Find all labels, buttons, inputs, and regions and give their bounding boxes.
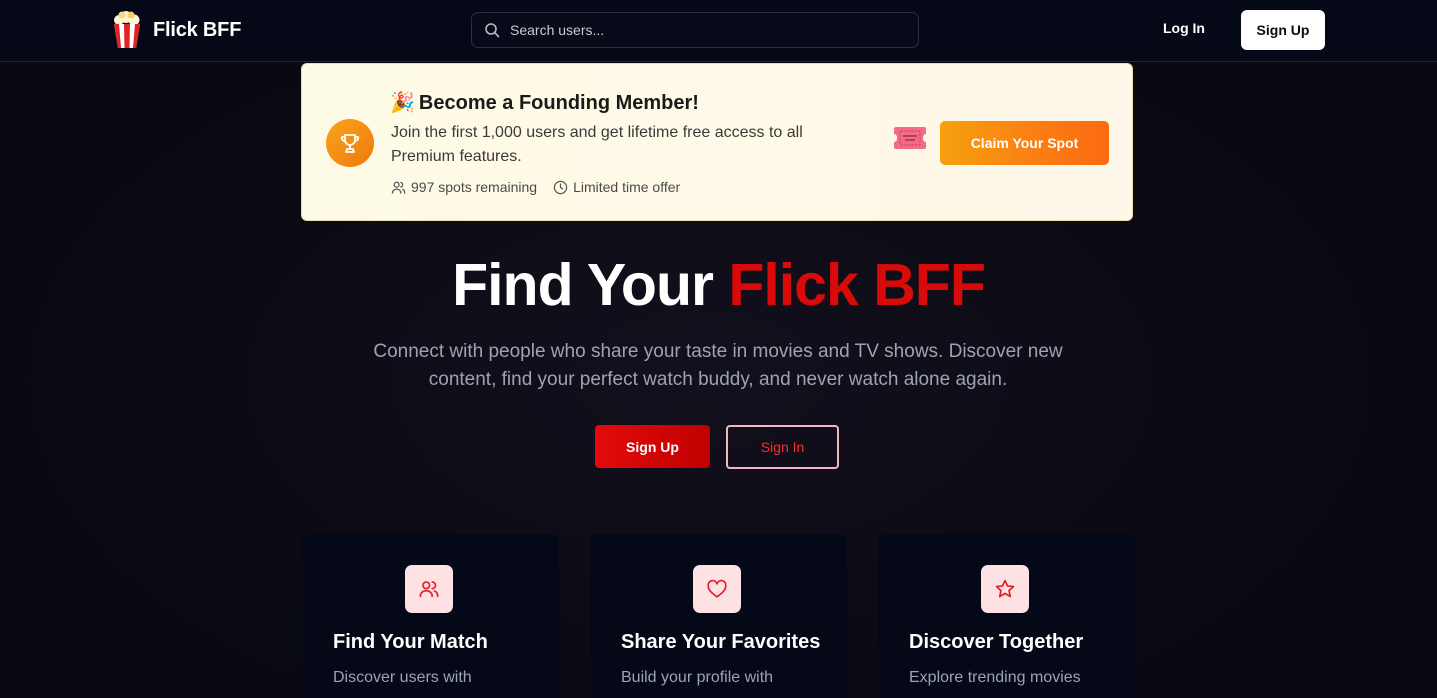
spots-remaining-text: 997 spots remaining: [411, 179, 538, 195]
clock-icon: [553, 180, 568, 194]
search-input[interactable]: [510, 22, 890, 38]
ticket-icon: [894, 127, 926, 149]
brand-logo[interactable]: Flick BFF: [111, 11, 241, 49]
feature-icon-box: [981, 565, 1029, 613]
hero-title-part2: Flick BFF: [728, 252, 986, 318]
banner-meta: 997 spots remaining Limited time offer: [391, 178, 680, 196]
users-icon: [419, 581, 439, 598]
limited-offer: Limited time offer: [553, 179, 680, 195]
feature-title: Share Your Favorites: [621, 631, 821, 653]
founding-member-banner: 🎉 Become a Founding Member! Join the fir…: [301, 63, 1133, 221]
brand-name: Flick BFF: [153, 18, 242, 41]
feature-description: Build your profile with: [621, 669, 774, 686]
party-popper-icon: 🎉: [390, 92, 415, 114]
feature-description: Explore trending movies: [909, 669, 1081, 686]
star-icon: [995, 579, 1015, 598]
trophy-badge: [326, 119, 374, 167]
feature-title: Find Your Match: [333, 631, 488, 653]
popcorn-icon: [114, 11, 140, 48]
banner-title-row: 🎉 Become a Founding Member!: [390, 90, 699, 116]
feature-card-share-favorites: Share Your Favorites Build your profile …: [590, 534, 847, 698]
banner-title: Become a Founding Member!: [418, 91, 699, 114]
hero-title: Find Your Flick BFF: [0, 251, 1437, 319]
hero-signin-button[interactable]: Sign In: [726, 425, 839, 469]
hero-title-part1: Find Your: [452, 252, 714, 318]
signup-button-nav[interactable]: Sign Up: [1241, 10, 1325, 50]
spots-remaining: 997 spots remaining: [391, 179, 537, 195]
hero-subtitle: Connect with people who share your taste…: [373, 341, 1063, 390]
heart-icon: [707, 579, 727, 598]
users-icon: [391, 181, 406, 194]
feature-icon-box: [405, 565, 453, 613]
hero-signup-button[interactable]: Sign Up: [595, 425, 710, 468]
banner-description: Join the first 1,000 users and get lifet…: [391, 124, 803, 165]
feature-description: Discover users with: [333, 669, 472, 686]
login-link[interactable]: Log In: [1163, 20, 1205, 36]
trophy-icon: [340, 134, 360, 153]
feature-icon-box: [693, 565, 741, 613]
search-bar[interactable]: [471, 12, 919, 48]
limited-offer-text: Limited time offer: [573, 179, 681, 195]
claim-spot-button[interactable]: Claim Your Spot: [940, 121, 1109, 165]
feature-card-find-match: Find Your Match Discover users with: [302, 534, 559, 698]
feature-title: Discover Together: [909, 631, 1084, 653]
feature-card-discover-together: Discover Together Explore trending movie…: [878, 534, 1135, 698]
top-nav: Flick BFF Log In Sign Up: [0, 0, 1437, 62]
search-icon: [485, 23, 500, 38]
